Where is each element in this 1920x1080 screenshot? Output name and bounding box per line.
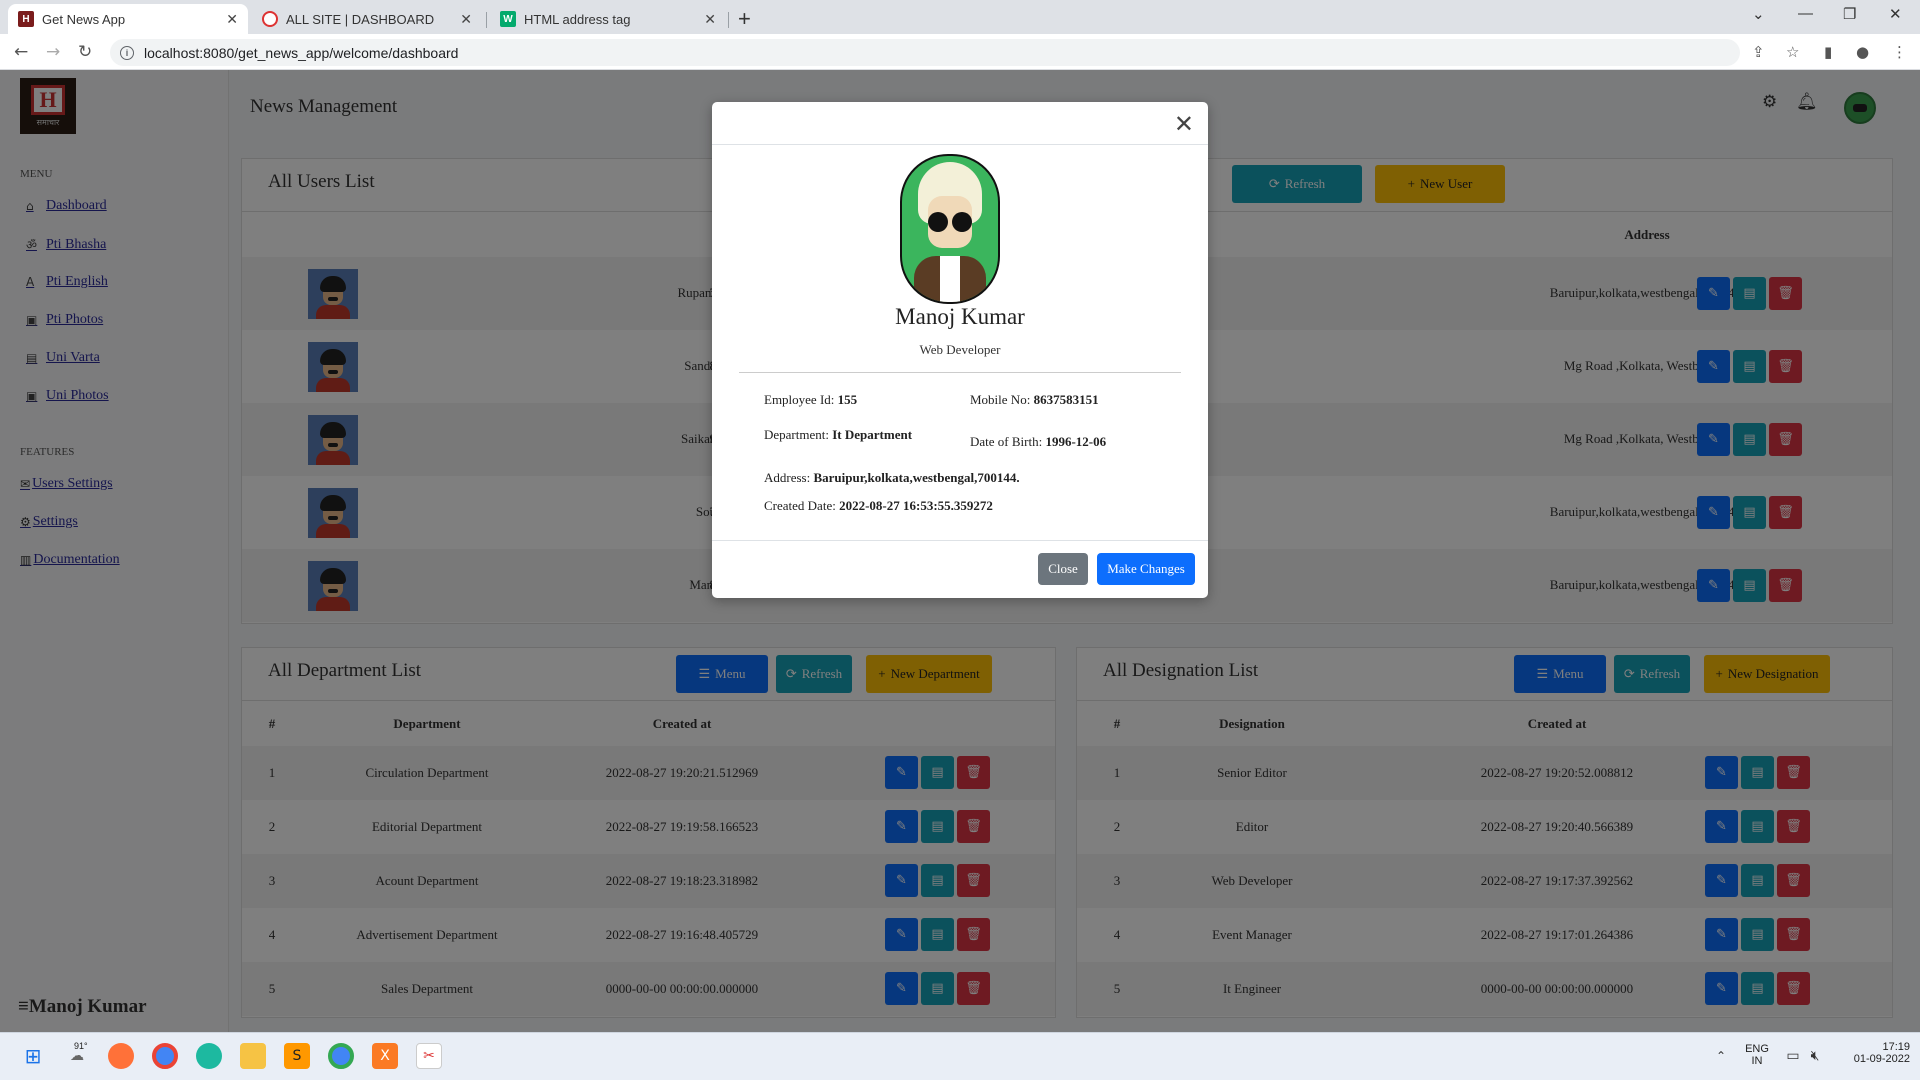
back-icon[interactable]: ←: [14, 42, 28, 62]
divider: [712, 144, 1208, 145]
user-profile-modal: ✕ Manoj Kumar Web Developer Employee Id:…: [712, 102, 1208, 598]
close-tab-icon[interactable]: ✕: [704, 11, 716, 28]
clock[interactable]: 17:19 01-09-2022: [1850, 1041, 1910, 1065]
divider: [739, 372, 1181, 373]
profile-icon[interactable]: ●: [1856, 43, 1869, 61]
taskbar: ⊞ ☁ 91° S X ✂ ⌃ ENG IN ▭ 🔇︎ 17:19 01-09-20…: [0, 1032, 1920, 1080]
site-info-icon[interactable]: i: [120, 45, 134, 60]
url-text: localhost:8080/get_news_app/welcome/dash…: [144, 44, 459, 61]
sublime-text-icon[interactable]: S: [284, 1043, 310, 1069]
close-tab-icon[interactable]: ✕: [226, 11, 238, 28]
avatar-glasses-left: [928, 212, 948, 232]
side-panel-icon[interactable]: ▮: [1824, 43, 1832, 61]
chrome-active-icon[interactable]: [328, 1043, 354, 1069]
make-changes-button[interactable]: Make Changes: [1097, 553, 1195, 585]
region-code: IN: [1751, 1055, 1763, 1067]
browser-tab-bar: H Get News App ✕ ALL SITE | DASHBOARD ✕ …: [0, 0, 1920, 34]
tab-separator: [728, 12, 729, 28]
file-explorer-icon[interactable]: [240, 1043, 266, 1069]
field-label: Mobile No:: [970, 392, 1031, 407]
tab-title: ALL SITE | DASHBOARD: [286, 11, 435, 27]
close-tab-icon[interactable]: ✕: [460, 11, 472, 28]
news-app-favicon-icon: H: [18, 11, 34, 27]
divider: [712, 540, 1208, 541]
volume-muted-icon[interactable]: 🔇︎: [1802, 1043, 1828, 1069]
chrome-icon[interactable]: [152, 1043, 178, 1069]
tab-search-icon[interactable]: ⌄: [1752, 5, 1765, 23]
profile-role: Web Developer: [919, 342, 1001, 357]
tab-separator: [486, 12, 487, 28]
windows-start-icon[interactable]: ⊞: [20, 1043, 46, 1069]
close-button[interactable]: Close: [1038, 553, 1088, 585]
weather-temp: 91°: [74, 1041, 88, 1051]
dob-field: Date of Birth: 1996-12-06: [970, 434, 1106, 450]
field-label: Department:: [764, 427, 829, 442]
share-icon[interactable]: ⇪: [1752, 43, 1765, 61]
reload-icon[interactable]: ↻: [78, 42, 92, 62]
created-date-field: Created Date: 2022-08-27 16:53:55.359272: [764, 498, 993, 514]
field-value: 155: [837, 392, 858, 407]
tab-html-address-tag[interactable]: W HTML address tag ✕: [490, 4, 726, 34]
department-field: Department: It Department: [764, 427, 912, 443]
field-label: Employee Id:: [764, 392, 835, 407]
opera-favicon-icon: [262, 11, 278, 27]
field-value: Baruipur,kolkata,westbengal,700144.: [813, 470, 1020, 485]
field-label: Created Date:: [764, 498, 836, 513]
tab-get-news-app[interactable]: H Get News App ✕: [8, 4, 248, 34]
language-indicator[interactable]: ENG IN: [1742, 1043, 1772, 1067]
field-value: It Department: [832, 427, 913, 442]
forward-icon[interactable]: →: [46, 42, 60, 62]
firefox-icon[interactable]: [108, 1043, 134, 1069]
clock-date: 01-09-2022: [1853, 1053, 1910, 1065]
browser-menu-icon[interactable]: ⋮: [1892, 43, 1907, 61]
xampp-icon[interactable]: X: [372, 1043, 398, 1069]
show-hidden-icons[interactable]: ⌃: [1708, 1043, 1734, 1069]
field-value: 2022-08-27 16:53:55.359272: [839, 498, 993, 513]
mobile-field: Mobile No: 8637583151: [970, 392, 1099, 408]
field-label: Date of Birth:: [970, 434, 1043, 449]
url-field[interactable]: i localhost:8080/get_news_app/welcome/da…: [110, 39, 1740, 66]
close-window-icon[interactable]: ✕: [1889, 5, 1902, 23]
address-field: Address: Baruipur,kolkata,westbengal,700…: [764, 470, 1020, 486]
tab-title: HTML address tag: [524, 11, 631, 27]
profile-name: Manoj Kumar: [895, 304, 1025, 329]
edge-icon[interactable]: [196, 1043, 222, 1069]
bookmark-star-icon[interactable]: ☆: [1786, 43, 1799, 61]
employee-id-field: Employee Id: 155: [764, 392, 857, 408]
new-tab-icon[interactable]: +: [738, 6, 751, 32]
minimize-icon[interactable]: —: [1798, 5, 1813, 22]
avatar-glasses-right: [952, 212, 972, 232]
language-code: ENG: [1745, 1043, 1769, 1055]
field-label: Address:: [764, 470, 811, 485]
w3schools-favicon-icon: W: [500, 11, 516, 27]
restore-icon[interactable]: ❐: [1843, 5, 1856, 23]
clock-time: 17:19: [1882, 1041, 1910, 1053]
field-value: 8637583151: [1033, 392, 1099, 407]
tab-title: Get News App: [42, 11, 126, 27]
avatar-shirt: [940, 256, 960, 302]
close-icon[interactable]: ✕: [1174, 110, 1194, 138]
address-bar-row: ← → ↻ i localhost:8080/get_news_app/welc…: [0, 34, 1920, 70]
profile-avatar: [900, 154, 1000, 304]
snipping-tool-icon[interactable]: ✂: [416, 1043, 442, 1069]
field-value: 1996-12-06: [1045, 434, 1107, 449]
tab-all-site-dashboard[interactable]: ALL SITE | DASHBOARD ✕: [252, 4, 482, 34]
